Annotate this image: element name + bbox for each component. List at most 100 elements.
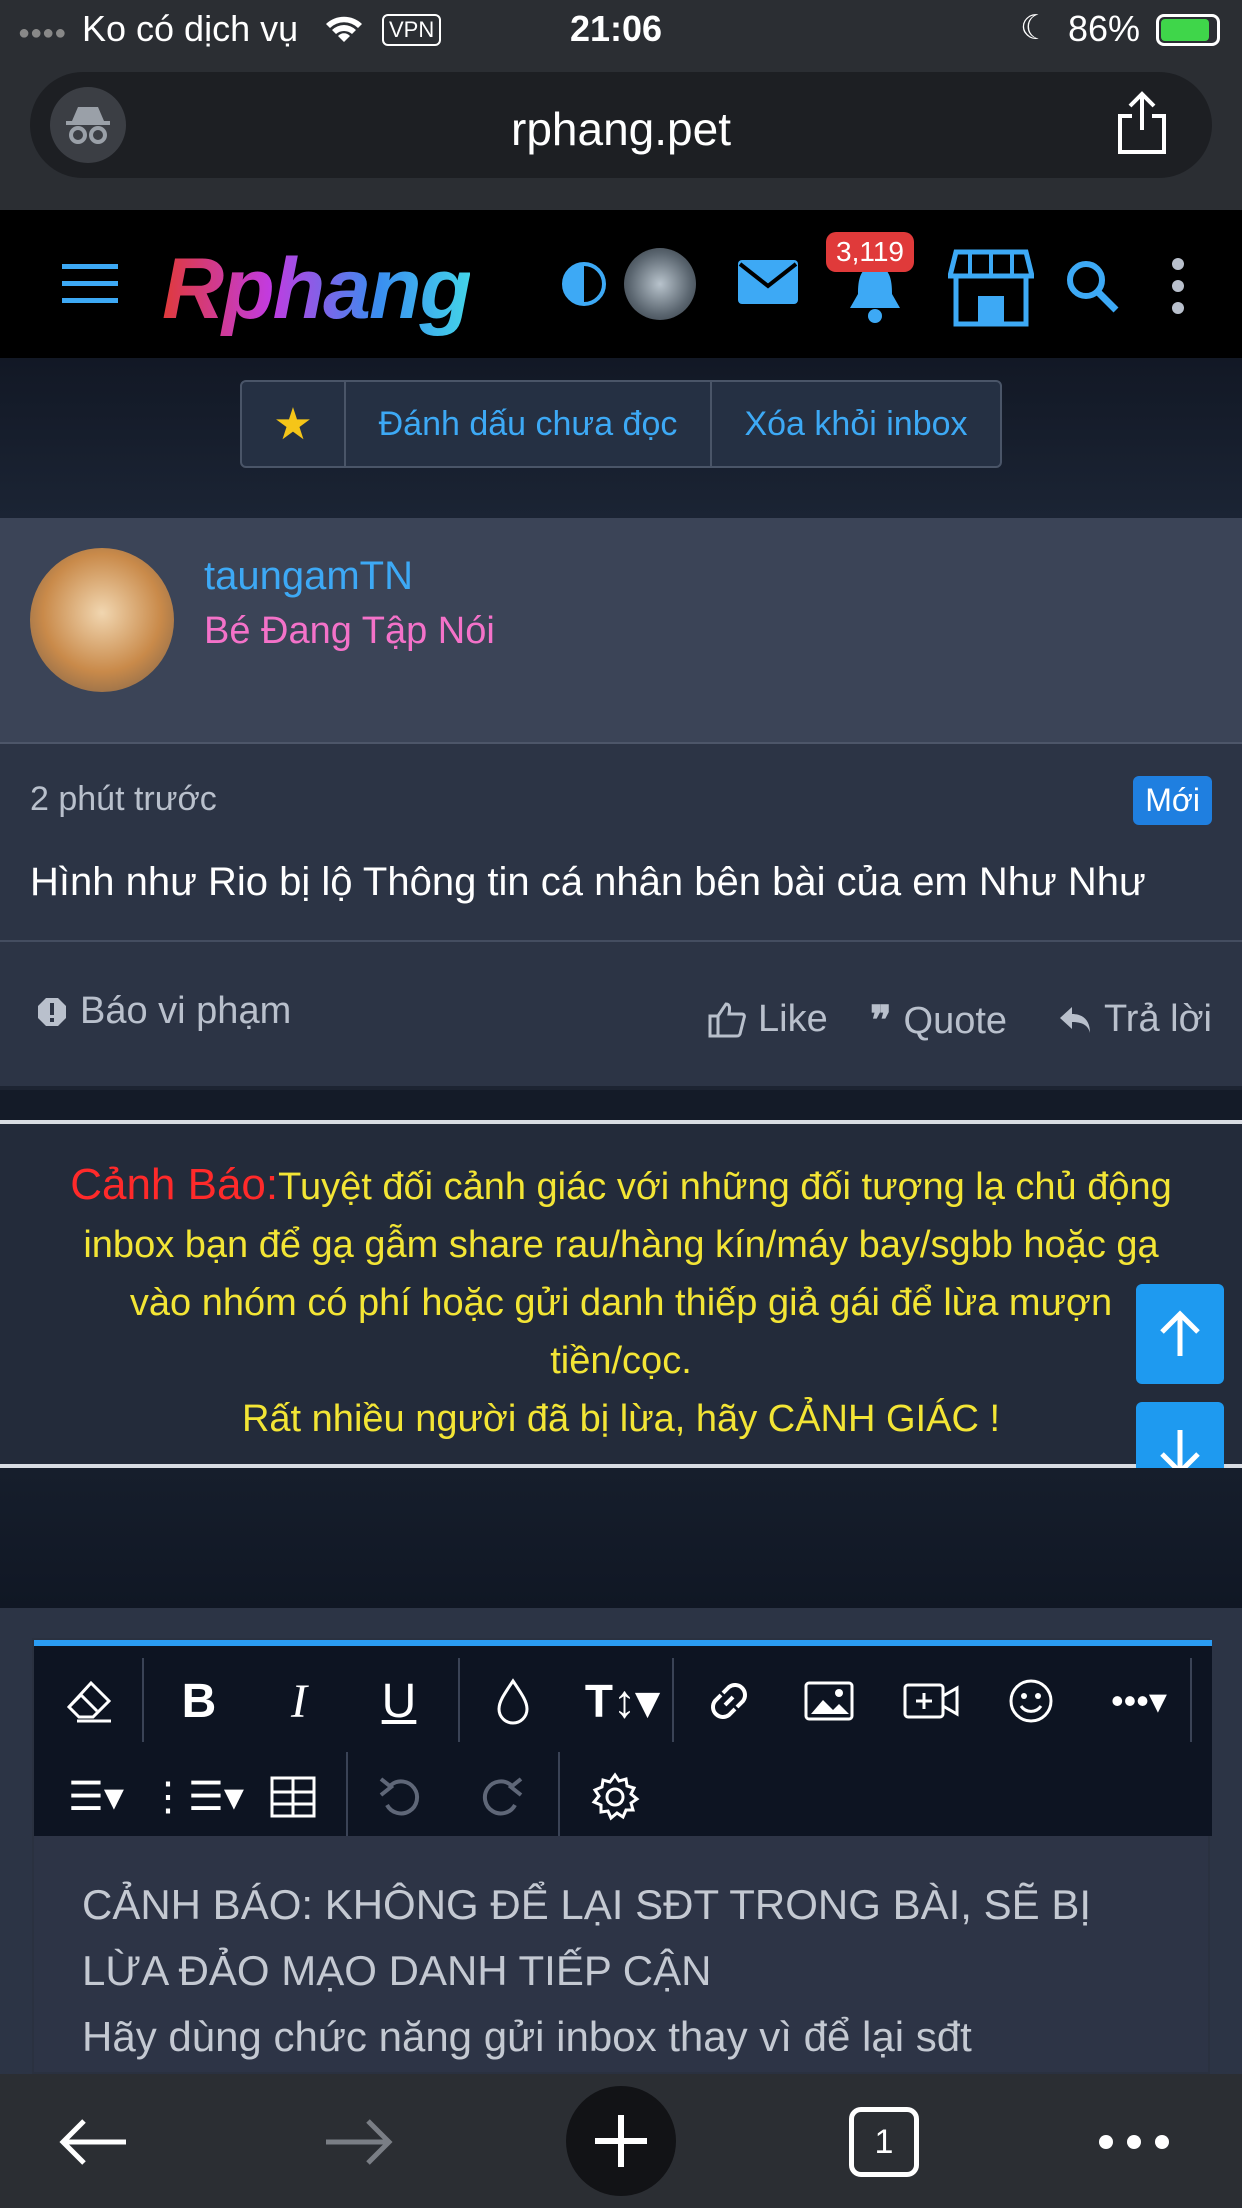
video-icon (903, 1683, 959, 1719)
quote-button[interactable]: ❞ Quote (870, 998, 1007, 1044)
like-button[interactable]: Like (708, 998, 828, 1041)
toolbar-separator (346, 1752, 348, 1836)
bold-icon[interactable]: B (164, 1666, 234, 1736)
arrow-right-icon (326, 2119, 393, 2165)
reply-icon (1060, 1006, 1090, 1033)
image-button[interactable] (794, 1666, 864, 1736)
browser-bottom-bar: 1 (0, 2074, 1242, 2208)
warning-line-5: Rất nhiều người đã bị lừa, hãy CẢNH GIÁC… (241, 1398, 1000, 1440)
table-icon (270, 1776, 316, 1818)
signal-icon: ●●●● (18, 22, 67, 44)
quote-icon: ❞ (870, 999, 892, 1043)
store-icon[interactable] (948, 248, 1034, 328)
browser-toolbar: rphang.pet (0, 62, 1242, 210)
remove-inbox-button[interactable]: Xóa khỏi inbox (712, 382, 1000, 466)
back-button[interactable] (54, 2102, 134, 2182)
share-icon[interactable] (1114, 90, 1170, 156)
settings-button[interactable] (580, 1762, 650, 1832)
report-button[interactable]: Báo vi phạm (36, 990, 291, 1033)
star-button[interactable]: ★ (242, 382, 346, 466)
drop-icon (497, 1678, 529, 1725)
redo-icon (482, 1777, 523, 1816)
undo-button[interactable] (366, 1762, 436, 1832)
eraser-icon (66, 1680, 112, 1723)
more-horizontal-icon (1099, 2135, 1169, 2149)
site-logo[interactable]: Rphang (162, 240, 472, 339)
spacer (0, 1468, 1242, 1608)
toolbar-separator (458, 1658, 460, 1742)
message-time[interactable]: 2 phút trước (30, 780, 217, 819)
more-vertical-icon[interactable] (1168, 256, 1188, 316)
arrow-up-icon (1160, 1310, 1200, 1356)
emoji-button[interactable] (996, 1666, 1066, 1736)
scroll-top-button[interactable] (1136, 1284, 1224, 1384)
theme-toggle-icon[interactable] (560, 260, 608, 308)
message-actions: Báo vi phạm Like ❞ Quote Trả lời (0, 942, 1242, 1090)
align-icon[interactable]: ☰▾ (54, 1762, 138, 1832)
link-icon (711, 1683, 747, 1719)
editor-content[interactable]: CẢNH BÁO: KHÔNG ĐỂ LẠI SĐT TRONG BÀI, SẼ… (82, 1872, 1091, 2070)
warning-line-4: tiền/cọc. (550, 1340, 692, 1382)
star-icon: ★ (273, 399, 313, 449)
author-title: Bé Đang Tập Nói (204, 610, 495, 652)
reply-button[interactable]: Trả lời (1058, 998, 1212, 1041)
status-bar: ●●●● Ko có dịch vụ VPN 21:06 ☾ 86% (0, 0, 1242, 62)
new-tab-button[interactable] (566, 2086, 676, 2196)
user-avatar[interactable] (624, 248, 696, 320)
battery-icon (1156, 14, 1220, 46)
warning-label: Cảnh Báo: (70, 1160, 279, 1209)
author-avatar[interactable] (30, 548, 174, 692)
image-icon (804, 1681, 854, 1721)
plus-icon (595, 2115, 647, 2167)
editor-line-3: Hãy dùng chức năng gửi inbox thay vì để … (82, 2013, 972, 2060)
redo-button[interactable] (466, 1762, 536, 1832)
font-size-icon[interactable]: T↕▾ (574, 1666, 670, 1736)
search-icon[interactable] (1064, 258, 1120, 314)
new-badge: Mới (1133, 776, 1212, 825)
more-options-icon[interactable]: •••▾ (1094, 1666, 1184, 1736)
address-bar[interactable]: rphang.pet (30, 72, 1212, 178)
table-button[interactable] (258, 1762, 328, 1832)
url-text: rphang.pet (511, 103, 731, 155)
moon-icon: ☾ (1020, 9, 1051, 47)
warning-line-3: vào nhóm có phí hoặc gửi danh thiếp giả … (129, 1282, 1113, 1324)
like-label: Like (758, 998, 828, 1040)
link-button[interactable] (694, 1666, 764, 1736)
smiley-icon (1009, 1679, 1053, 1723)
undo-icon (379, 1777, 420, 1816)
mail-icon[interactable] (736, 256, 800, 308)
message-text: Hình như Rio bị lộ Thông tin cá nhân bên… (30, 860, 1146, 904)
text-color-button[interactable] (478, 1666, 548, 1736)
message-header: taungamTN Bé Đang Tập Nói (0, 518, 1242, 744)
wifi-icon (326, 16, 362, 42)
battery-percent: 86% (1068, 8, 1141, 49)
toolbar-separator (1190, 1658, 1192, 1742)
underline-icon[interactable]: U (364, 1666, 434, 1736)
notification-badge: 3,119 (826, 232, 914, 272)
reply-editor: B I U T↕▾ •••▾ ☰▾ ⋮☰▾ CẢNH BÁO: KHÔNG ĐỂ… (32, 1638, 1212, 2074)
editor-line-1: CẢNH BÁO: KHÔNG ĐỂ LẠI SĐT TRONG BÀI, SẼ… (82, 1881, 1092, 1928)
forward-button[interactable] (318, 2102, 398, 2182)
toolbar-separator (672, 1658, 674, 1742)
mark-unread-button[interactable]: Đánh dấu chưa đọc (346, 382, 712, 466)
site-header: Rphang 3,119 (0, 210, 1242, 358)
tabs-button[interactable]: 1 (844, 2102, 924, 2182)
warning-notice: Cảnh Báo:Tuyệt đối cảnh giác với những đ… (0, 1120, 1242, 1468)
vpn-badge: VPN (382, 14, 442, 46)
reply-editor-section: B I U T↕▾ •••▾ ☰▾ ⋮☰▾ CẢNH BÁO: KHÔNG ĐỂ… (0, 1608, 1242, 2074)
toolbar-separator (142, 1658, 144, 1742)
hamburger-menu-icon[interactable] (62, 262, 118, 306)
editor-line-2: LỪA ĐẢO MẠO DANH TIẾP CẬN (82, 1947, 712, 1994)
toolbar-separator (558, 1752, 560, 1836)
italic-icon[interactable]: I (264, 1666, 334, 1736)
quote-label: Quote (903, 999, 1008, 1042)
tab-count: 1 (849, 2107, 919, 2177)
media-button[interactable] (896, 1666, 966, 1736)
list-icon[interactable]: ⋮☰▾ (148, 1762, 244, 1832)
message-body: 2 phút trước Mới Hình như Rio bị lộ Thôn… (0, 744, 1242, 942)
author-name[interactable]: taungamTN (204, 554, 413, 599)
menu-button[interactable] (1084, 2102, 1184, 2182)
clear-format-button[interactable] (54, 1666, 124, 1736)
button-group: ★ Đánh dấu chưa đọc Xóa khỏi inbox (240, 380, 1002, 468)
thumbs-up-icon (708, 1001, 746, 1037)
